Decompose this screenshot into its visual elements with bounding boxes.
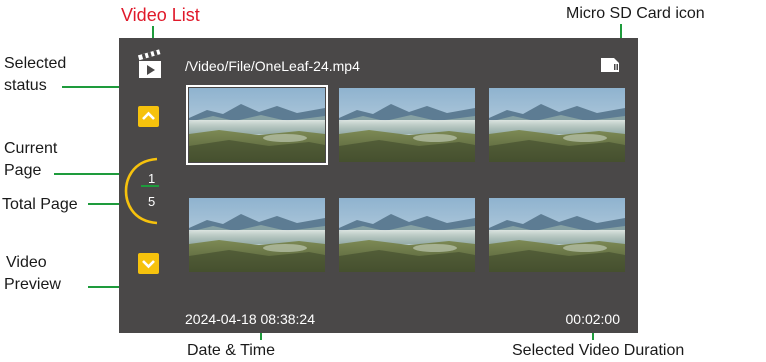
page-down-button[interactable] — [138, 253, 159, 274]
video-thumbnail[interactable] — [339, 88, 475, 162]
video-preview-callout-1: Video — [6, 254, 47, 271]
video-thumbnail[interactable] — [489, 198, 625, 272]
file-path: /Video/File/OneLeaf-24.mp4 — [185, 58, 360, 74]
video-list-callout: Video List — [121, 5, 200, 25]
chevron-down-icon — [142, 260, 155, 269]
video-duration: 00:02:00 — [565, 311, 621, 327]
chevron-up-icon — [142, 111, 155, 120]
selected-status-callout-2: status — [4, 77, 47, 94]
current-page: 1 — [148, 171, 156, 186]
landscape-preview-image — [489, 88, 625, 162]
landscape-preview-image — [339, 198, 475, 272]
sd-card-callout: Micro SD Card icon — [566, 5, 705, 22]
landscape-preview-image — [189, 198, 325, 272]
page-up-button[interactable] — [138, 106, 159, 127]
sd-card-icon — [601, 58, 619, 77]
duration-callout: Selected Video Duration — [512, 342, 685, 359]
video-thumbnail[interactable] — [186, 85, 328, 165]
recording-datetime: 2024-04-18 08:38:24 — [185, 311, 315, 327]
landscape-preview-image — [189, 88, 325, 162]
date-time-callout: Date & Time — [187, 342, 276, 359]
total-page-callout: Total Page — [2, 196, 78, 213]
current-page-callout-1: Current — [4, 140, 58, 157]
video-list-screen: /Video/File/OneLeaf-24.mp4 1 5 2024-04-1… — [119, 38, 638, 333]
selected-status-callout-1: Selected — [4, 55, 67, 72]
total-pages: 5 — [148, 194, 156, 209]
current-page-callout-2: Page — [4, 162, 42, 179]
video-thumbnail[interactable] — [189, 198, 325, 272]
video-thumbnail[interactable] — [489, 88, 625, 162]
video-thumbnail[interactable] — [339, 198, 475, 272]
landscape-preview-image — [489, 198, 625, 272]
landscape-preview-image — [339, 88, 475, 162]
clapperboard-icon — [137, 47, 163, 84]
video-preview-callout-2: Preview — [4, 276, 61, 293]
